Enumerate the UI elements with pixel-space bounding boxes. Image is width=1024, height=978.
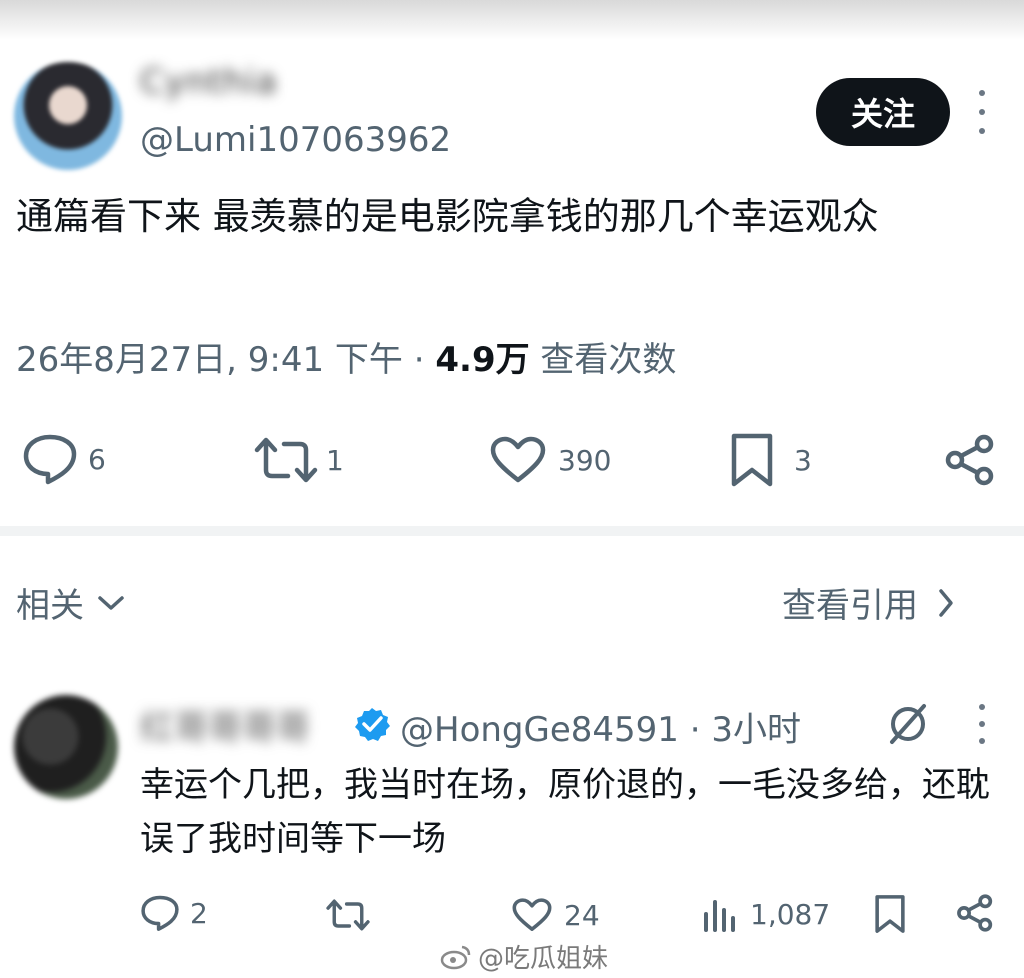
chevron-down-icon — [98, 595, 124, 610]
more-options-icon[interactable] — [968, 90, 996, 134]
share-icon — [957, 894, 993, 932]
reply-more-options-icon[interactable] — [968, 704, 996, 744]
bookmark-count: 3 — [794, 443, 812, 477]
reply-text: 幸运个几把，我当时在场，原价退的，一毛没多给，还耽误了我时间等下一场 — [140, 765, 990, 859]
reply-author-name[interactable]: 红哥哥哥哥 — [140, 700, 310, 749]
section-divider — [0, 526, 1024, 536]
watermark-text: @吃瓜姐妹 — [478, 944, 609, 974]
reply-handle-time[interactable]: @HongGe84591 · 3小时 — [400, 702, 801, 751]
reply-author-avatar[interactable] — [14, 695, 118, 799]
heart-icon — [512, 898, 552, 931]
author-display-name[interactable]: Cynthia — [140, 62, 278, 102]
repost-count: 1 — [326, 443, 344, 477]
reply-repost-button[interactable] — [326, 898, 370, 932]
view-quotes-link[interactable]: 查看引用 — [782, 578, 956, 627]
views-label: 查看次数 — [529, 340, 677, 380]
reply-reply-count: 2 — [190, 896, 208, 930]
author-handle[interactable]: @Lumi107063962 — [140, 120, 451, 160]
comment-icon — [23, 434, 77, 485]
reply-bookmark-button[interactable] — [874, 894, 906, 934]
post-text: 通篇看下来 最羡慕的是电影院拿钱的那几个幸运观众 — [16, 195, 879, 238]
weibo-logo-icon — [440, 945, 471, 969]
grok-icon[interactable] — [884, 700, 932, 748]
post-meta: 26年8月27日, 9:41 下午 · 4.9万 查看次数 — [16, 332, 676, 381]
reply-views-count: 1,087 — [750, 897, 831, 931]
reply-reply-button[interactable]: 2 — [140, 894, 208, 932]
views-count: 4.9万 — [435, 340, 530, 380]
top-shadow — [0, 0, 1024, 40]
weibo-watermark: @吃瓜姐妹 — [440, 938, 608, 975]
reply-like-button[interactable]: 24 — [512, 898, 600, 932]
view-quotes-label: 查看引用 — [782, 586, 918, 626]
reply-count: 6 — [88, 442, 106, 476]
follow-button[interactable]: 关注 — [816, 78, 950, 146]
like-count: 390 — [558, 443, 612, 477]
repost-icon — [254, 437, 318, 483]
repost-icon — [326, 899, 370, 931]
related-label: 相关 — [16, 586, 84, 626]
post-timestamp[interactable]: 26年8月27日, 9:41 下午 — [16, 340, 403, 380]
reply-views-button[interactable]: 1,087 — [702, 896, 830, 932]
share-icon — [945, 434, 994, 486]
reply-like-count: 24 — [564, 898, 600, 932]
bar-chart-icon — [704, 900, 735, 932]
verified-badge-icon — [355, 708, 390, 741]
bookmark-icon — [875, 895, 905, 933]
reply-share-button[interactable] — [956, 894, 994, 932]
related-toggle[interactable]: 相关 — [16, 578, 126, 627]
repost-button[interactable]: 1 — [254, 436, 344, 484]
chevron-right-icon — [939, 588, 953, 617]
heart-icon — [490, 436, 546, 483]
share-button[interactable] — [944, 434, 996, 486]
bookmark-button[interactable]: 3 — [730, 432, 812, 488]
bookmark-icon — [731, 433, 773, 487]
author-avatar[interactable] — [14, 62, 122, 170]
meta-separator: · — [402, 340, 436, 380]
like-button[interactable]: 390 — [490, 436, 611, 484]
comment-icon — [141, 895, 179, 931]
reply-button[interactable]: 6 — [22, 432, 106, 486]
